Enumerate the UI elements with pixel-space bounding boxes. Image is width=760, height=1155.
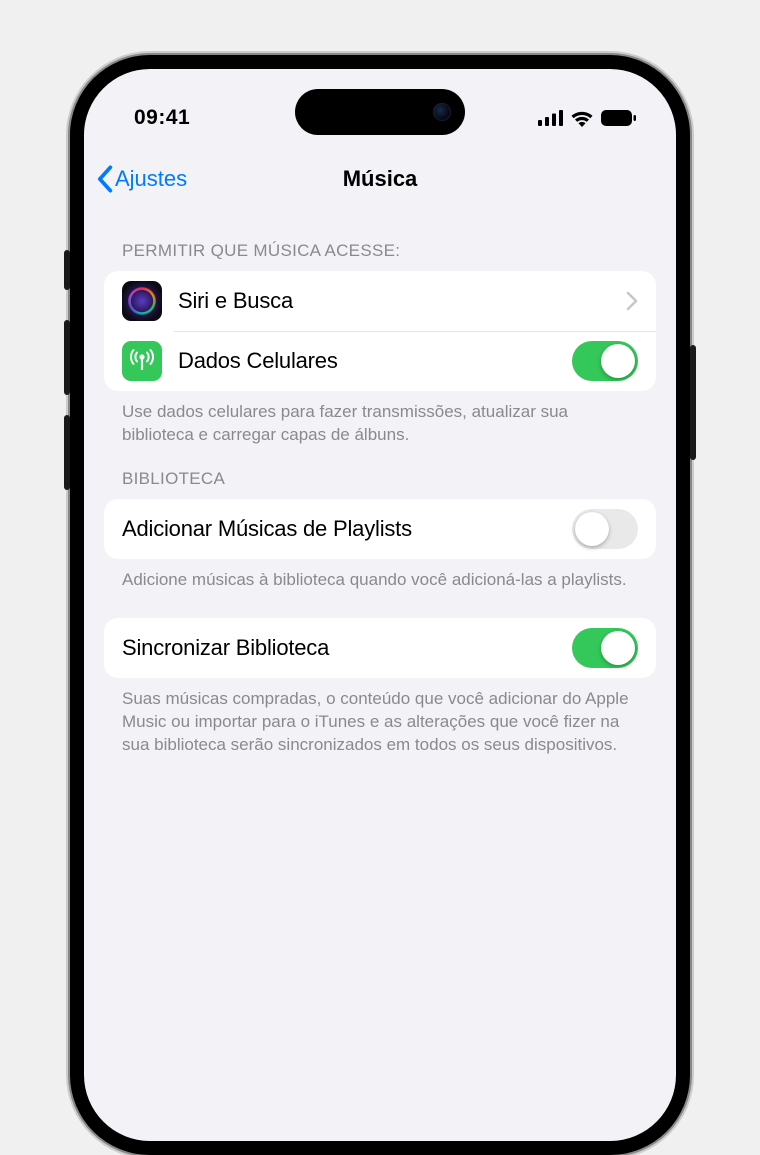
row-siri-search[interactable]: Siri e Busca — [104, 271, 656, 331]
library-group-1: Adicionar Músicas de Playlists — [104, 499, 656, 559]
access-group: Siri e Busca — [104, 271, 656, 391]
back-label: Ajustes — [115, 166, 187, 192]
toggle-knob — [601, 344, 635, 378]
battery-icon — [601, 110, 636, 126]
add-playlist-toggle[interactable] — [572, 509, 638, 549]
cellular-signal-icon — [538, 110, 563, 126]
add-playlist-label: Adicionar Músicas de Playlists — [122, 516, 556, 542]
cellular-data-toggle[interactable] — [572, 341, 638, 381]
add-playlist-footer: Adicione músicas à biblioteca quando voc… — [104, 559, 656, 592]
wifi-icon — [570, 110, 594, 127]
page-title: Música — [343, 166, 418, 192]
side-button — [64, 250, 70, 290]
section-header-access: PERMITIR QUE MÚSICA ACESSE: — [104, 219, 656, 271]
cellular-label: Dados Celulares — [178, 348, 556, 374]
sync-library-label: Sincronizar Biblioteca — [122, 635, 556, 661]
row-sync-library: Sincronizar Biblioteca — [104, 618, 656, 678]
library-group-2: Sincronizar Biblioteca — [104, 618, 656, 678]
antenna-icon — [128, 347, 156, 375]
siri-icon — [122, 281, 162, 321]
phone-frame: 09:41 — [70, 55, 690, 1155]
chevron-left-icon — [96, 165, 113, 193]
settings-content[interactable]: PERMITIR QUE MÚSICA ACESSE: Siri e Busca — [84, 219, 676, 1141]
section-header-library: BIBLIOTECA — [104, 447, 656, 499]
power-button — [690, 345, 696, 460]
sync-library-toggle[interactable] — [572, 628, 638, 668]
siri-label: Siri e Busca — [178, 288, 610, 314]
screen: 09:41 — [84, 69, 676, 1141]
row-cellular-data: Dados Celulares — [104, 331, 656, 391]
access-footer: Use dados celulares para fazer transmiss… — [104, 391, 656, 447]
front-camera — [433, 103, 451, 121]
row-add-playlist-songs: Adicionar Músicas de Playlists — [104, 499, 656, 559]
dynamic-island — [295, 89, 465, 135]
back-button[interactable]: Ajustes — [96, 165, 187, 193]
toggle-knob — [601, 631, 635, 665]
toggle-knob — [575, 512, 609, 546]
volume-down-button — [64, 415, 70, 490]
cellular-data-icon — [122, 341, 162, 381]
volume-up-button — [64, 320, 70, 395]
navigation-bar: Ajustes Música — [84, 149, 676, 209]
sync-library-footer: Suas músicas compradas, o conteúdo que v… — [104, 678, 656, 757]
chevron-right-icon — [626, 291, 638, 311]
